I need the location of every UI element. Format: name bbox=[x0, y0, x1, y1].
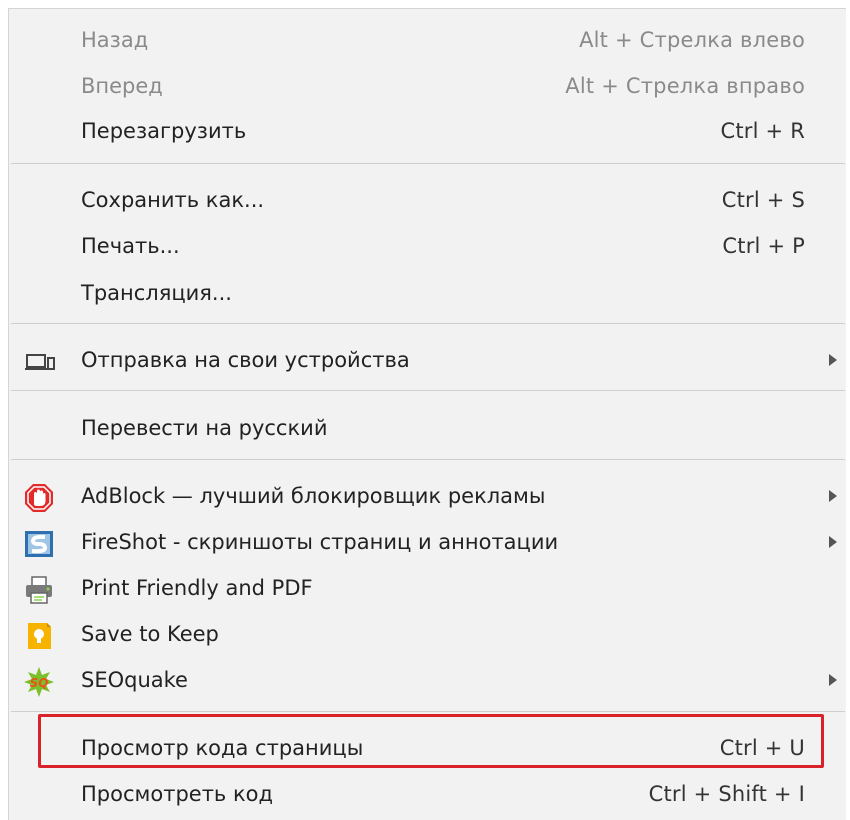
menu-item-shortcut: Ctrl + Shift + I bbox=[648, 782, 805, 806]
menu-item-label: FireShot - скриншоты страниц и аннотации bbox=[81, 530, 559, 554]
menu-separator bbox=[11, 323, 845, 324]
menu-item-shortcut: Ctrl + S bbox=[721, 188, 805, 212]
menu-item-label: Перезагрузить bbox=[81, 119, 247, 143]
menu-item-seoquake[interactable]: SQ SEOquake bbox=[9, 659, 847, 703]
submenu-arrow-icon bbox=[829, 490, 837, 502]
menu-item-label: Отправка на свои устройства bbox=[81, 348, 410, 372]
menu-separator bbox=[11, 163, 845, 164]
menu-separator bbox=[11, 390, 845, 391]
menu-item-forward[interactable]: Вперед Alt + Стрелка вправо bbox=[9, 65, 847, 109]
menu-item-label: Печать... bbox=[81, 234, 180, 258]
menu-item-fireshot[interactable]: FireShot - скриншоты страниц и аннотации bbox=[9, 521, 847, 565]
menu-item-save-to-keep[interactable]: Save to Keep bbox=[9, 613, 847, 657]
menu-item-label: Трансляция... bbox=[81, 281, 232, 305]
menu-item-shortcut: Ctrl + P bbox=[722, 234, 805, 258]
menu-item-shortcut: Alt + Стрелка вправо bbox=[565, 74, 805, 98]
menu-item-label: AdBlock — лучший блокировщик рекламы bbox=[81, 484, 546, 508]
menu-item-label: Save to Keep bbox=[81, 622, 219, 646]
menu-item-save-as[interactable]: Сохранить как... Ctrl + S bbox=[9, 179, 847, 223]
menu-item-reload[interactable]: Перезагрузить Ctrl + R bbox=[9, 110, 847, 154]
menu-separator bbox=[11, 459, 845, 460]
menu-item-label: Print Friendly and PDF bbox=[81, 576, 313, 600]
menu-item-label: Сохранить как... bbox=[81, 188, 265, 212]
submenu-arrow-icon bbox=[829, 674, 837, 686]
svg-text:SQ: SQ bbox=[30, 676, 49, 690]
menu-item-send-to-devices[interactable]: Отправка на свои устройства bbox=[9, 339, 847, 383]
fireshot-icon bbox=[23, 528, 55, 560]
adblock-icon bbox=[23, 482, 55, 514]
menu-separator bbox=[11, 711, 845, 712]
menu-item-label: Назад bbox=[81, 28, 149, 52]
menu-item-label: Просмотреть код bbox=[81, 782, 274, 806]
keep-icon bbox=[23, 620, 55, 652]
seoquake-icon: SQ bbox=[23, 666, 55, 698]
submenu-arrow-icon bbox=[829, 354, 837, 366]
highlight-frame bbox=[38, 714, 824, 768]
submenu-arrow-icon bbox=[829, 536, 837, 548]
menu-item-inspect[interactable]: Просмотреть код Ctrl + Shift + I bbox=[9, 773, 847, 817]
context-menu: Назад Alt + Стрелка влево Вперед Alt + С… bbox=[8, 8, 846, 820]
menu-item-cast[interactable]: Трансляция... bbox=[9, 272, 847, 316]
menu-item-translate[interactable]: Перевести на русский bbox=[9, 407, 847, 451]
menu-item-adblock[interactable]: AdBlock — лучший блокировщик рекламы bbox=[9, 475, 847, 519]
menu-item-print[interactable]: Печать... Ctrl + P bbox=[9, 225, 847, 269]
menu-item-back[interactable]: Назад Alt + Стрелка влево bbox=[9, 19, 847, 63]
printer-icon bbox=[23, 574, 55, 606]
menu-item-shortcut: Alt + Стрелка влево bbox=[579, 28, 805, 52]
menu-item-label: SEOquake bbox=[81, 668, 188, 692]
devices-icon bbox=[23, 346, 55, 378]
menu-item-print-friendly[interactable]: Print Friendly and PDF bbox=[9, 567, 847, 611]
menu-item-label: Перевести на русский bbox=[81, 416, 328, 440]
menu-item-label: Вперед bbox=[81, 74, 163, 98]
menu-item-shortcut: Ctrl + R bbox=[720, 119, 805, 143]
